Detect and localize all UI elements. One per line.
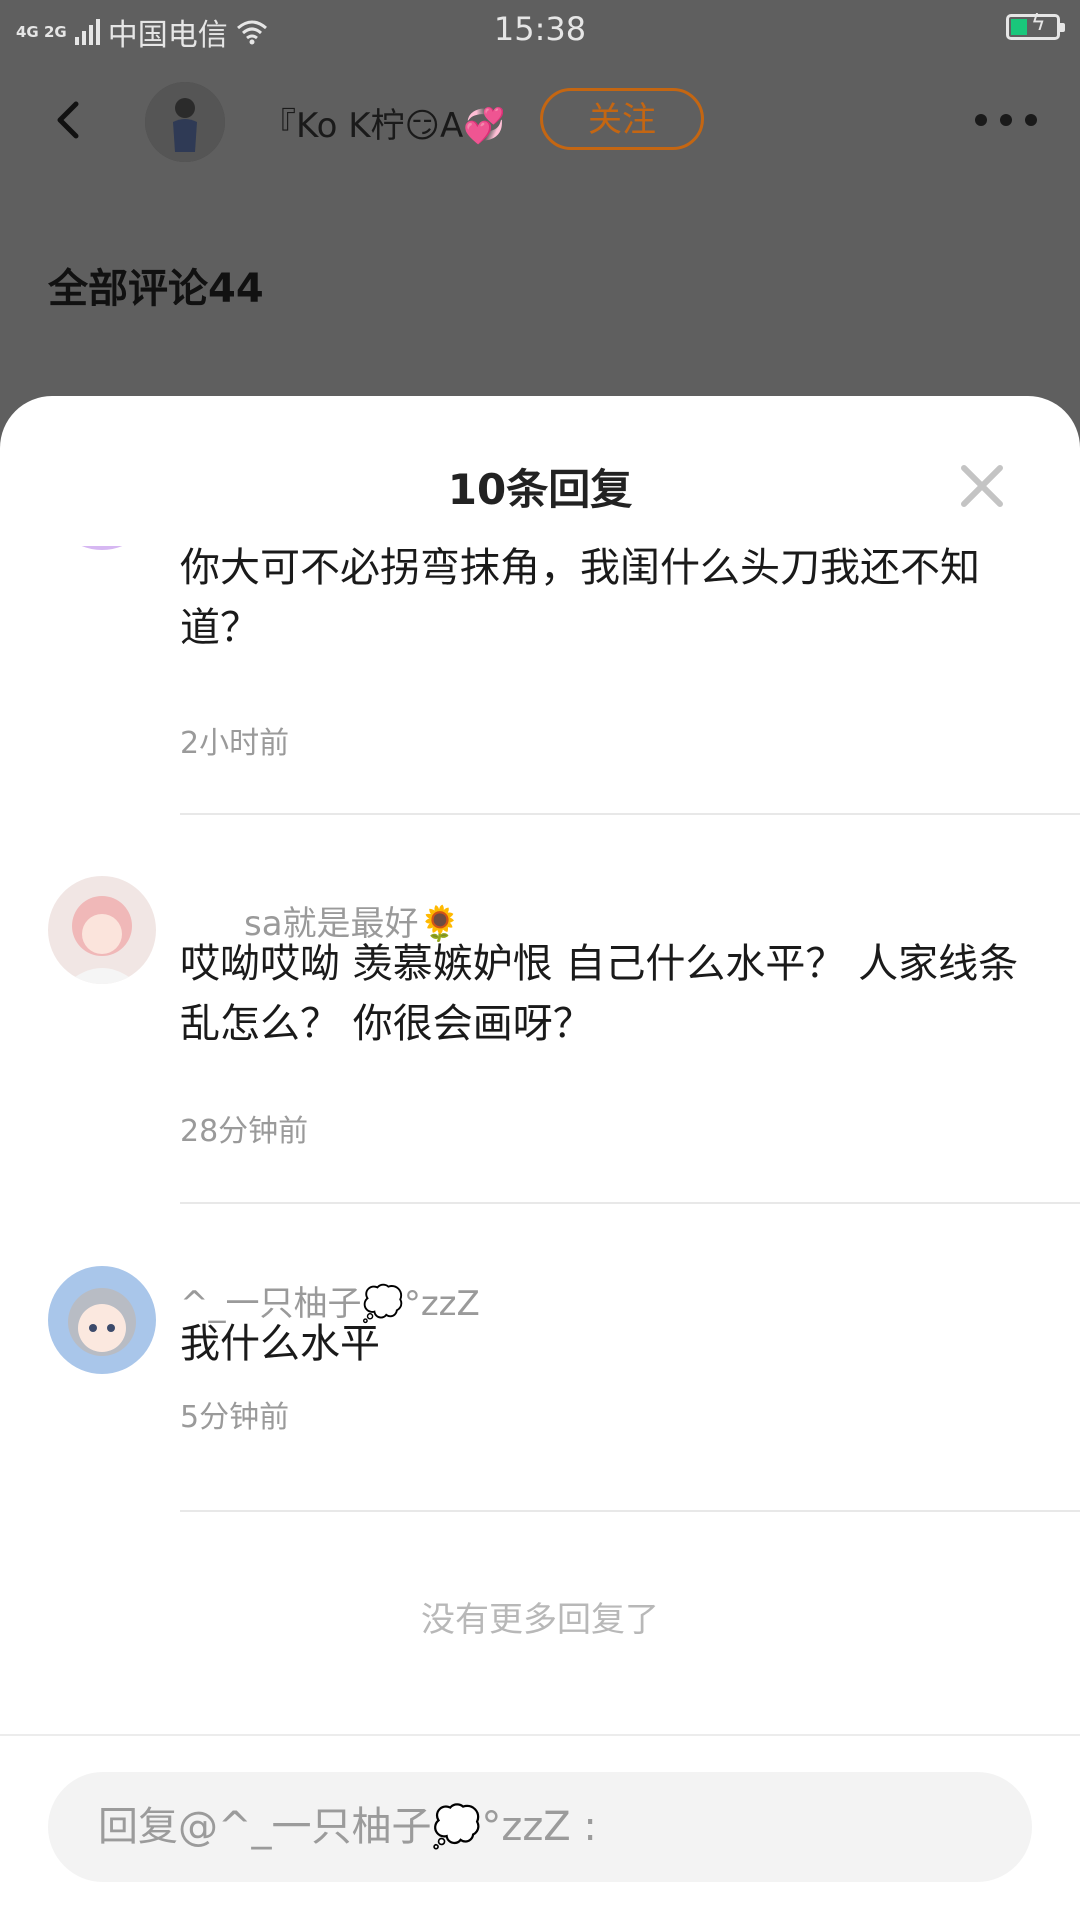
divider [180, 813, 1080, 815]
follow-button[interactable]: 关注 [540, 88, 704, 150]
reply-avatar-image [48, 876, 156, 984]
charging-icon: ϟ [1031, 11, 1046, 36]
status-bar: 4G 2G 中国电信 15:38 ϟ [0, 0, 1080, 58]
divider [180, 1202, 1080, 1204]
author-avatar-image [145, 82, 225, 162]
back-arrow-icon[interactable] [50, 100, 90, 140]
reply-avatar[interactable] [48, 1266, 156, 1374]
all-comments-heading: 全部评论44 [48, 266, 264, 312]
reply-avatar-image [48, 1266, 156, 1374]
footer-divider [0, 1734, 1080, 1736]
reply-text: 哎呦哎呦 羡慕嫉妒恨 自己什么水平？ 人家线条乱怎么？ 你很会画呀？ [180, 941, 1019, 1047]
reply-input[interactable] [48, 1772, 1032, 1882]
divider [180, 1510, 1080, 1512]
reply-time: 5分钟前 [180, 1400, 290, 1435]
reply-time: 2小时前 [180, 726, 290, 761]
replies-sheet: 10条回复 你大可不必拐弯抹角，我闺什么头刀我还不知道？ 2小时前 sa就是最好… [0, 396, 1080, 1920]
reply-text: 我什么水平 [180, 1321, 380, 1367]
battery-level [1011, 19, 1027, 35]
author-name[interactable]: 『Ko K柠😏A💞 [262, 98, 506, 147]
reply-avatar[interactable] [48, 876, 156, 984]
more-options-icon[interactable] [975, 114, 1037, 128]
battery-icon: ϟ [1006, 11, 1065, 40]
author-avatar[interactable] [145, 82, 225, 162]
reply-avatar[interactable] [48, 546, 156, 550]
post-header: 『Ko K柠😏A💞 关注 [0, 70, 1080, 170]
battery-cap [1060, 23, 1065, 32]
sheet-title: 10条回复 [447, 465, 633, 514]
close-icon[interactable] [958, 462, 1006, 510]
reply-list[interactable]: 你大可不必拐弯抹角，我闺什么头刀我还不知道？ 2小时前 sa就是最好🌻 哎呦哎呦… [0, 546, 1080, 1696]
reply-text: 你大可不必拐弯抹角，我闺什么头刀我还不知道？ [180, 546, 980, 651]
reply-time: 28分钟前 [180, 1114, 309, 1149]
no-more-replies: 没有更多回复了 [421, 1600, 659, 1640]
clock: 15:38 [493, 10, 587, 48]
